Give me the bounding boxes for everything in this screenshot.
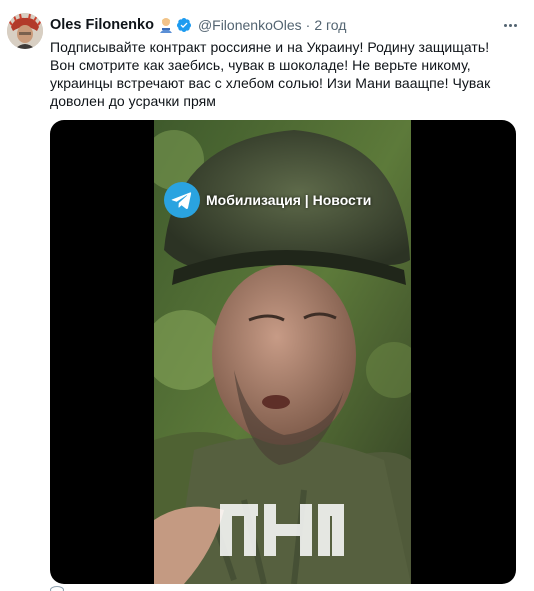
tweet-header: Oles Filonenko @FilonenkoOles · 2 год <box>50 15 346 35</box>
telegram-icon <box>164 182 200 218</box>
channel-badge: Мобилизация | Новости <box>164 182 371 218</box>
avatar[interactable] <box>7 13 43 49</box>
video-player[interactable]: Мобилизация | Новости <box>50 120 516 584</box>
next-item-edge <box>50 586 110 591</box>
person-emoji-icon <box>159 17 173 33</box>
separator-dot: · <box>305 17 311 33</box>
display-name[interactable]: Oles Filonenko <box>50 17 154 33</box>
watermark-logo <box>220 504 344 556</box>
more-options-icon[interactable] <box>497 16 523 34</box>
timestamp[interactable]: 2 год <box>314 17 346 33</box>
user-handle[interactable]: @FilonenkoOles <box>198 17 302 33</box>
tweet: Oles Filonenko @FilonenkoOles · 2 год По… <box>0 0 534 591</box>
verified-badge-icon <box>176 17 192 33</box>
tweet-text: Подписывайте контракт россияне и на Укра… <box>50 39 491 109</box>
channel-label: Мобилизация | Новости <box>206 192 372 208</box>
